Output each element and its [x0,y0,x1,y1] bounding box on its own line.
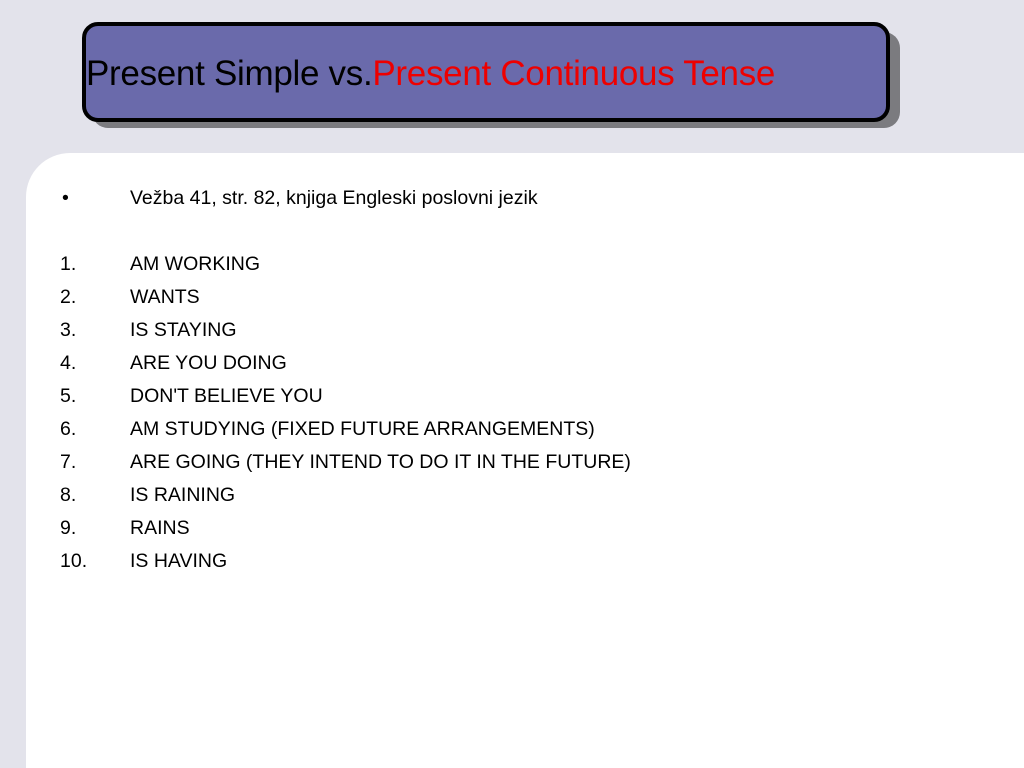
list-item-text: DON'T BELIEVE YOU [130,385,323,407]
list-item: 8. IS RAINING [60,479,631,512]
list-item-number: 1. [60,253,77,275]
list-item: 7. ARE GOING (THEY INTEND TO DO IT IN TH… [60,446,631,479]
list-item-text: IS STAYING [130,319,237,341]
list-item-number: 8. [60,484,77,506]
slide-title-plain: Present Simple vs. [86,54,373,93]
list-item-number: 10. [60,550,88,572]
list-item: 1. AM WORKING [60,248,631,281]
list-item-number: 5. [60,385,77,407]
list-item-number: 2. [60,286,77,308]
slide-title: Present Simple vs.Present Continuous Ten… [86,50,775,98]
list-item-text: AM STUDYING (FIXED FUTURE ARRANGEMENTS) [130,418,595,440]
list-item: 5. DON'T BELIEVE YOU [60,380,631,413]
list-item-text: IS HAVING [130,550,228,572]
list-item: 2. WANTS [60,281,631,314]
list-item-text: ARE YOU DOING [130,352,287,374]
list-item: 4. ARE YOU DOING [60,347,631,380]
list-item: 3. IS STAYING [60,314,631,347]
list-item-number: 7. [60,451,77,473]
bullet-icon: • [62,187,69,209]
list-item: 6. AM STUDYING (FIXED FUTURE ARRANGEMENT… [60,413,631,446]
list-item: 9. RAINS [60,512,631,545]
list-item-text: RAINS [130,517,190,539]
list-item-number: 6. [60,418,77,440]
list-item-number: 9. [60,517,77,539]
list-item-text: WANTS [130,286,200,308]
slide-title-accent: Present Continuous Tense [372,54,776,93]
list-item-number: 4. [60,352,77,374]
answer-list: 1. AM WORKING 2. WANTS 3. IS STAYING 4. … [60,248,631,578]
list-item-number: 3. [60,319,77,341]
list-item: 10. IS HAVING [60,545,631,578]
intro-text: Vežba 41, str. 82, knjiga Engleski poslo… [130,187,538,209]
intro-bullet: • Vežba 41, str. 82, knjiga Engleski pos… [60,182,631,215]
list-item-text: ARE GOING (THEY INTEND TO DO IT IN THE F… [130,451,631,473]
slide-body: • Vežba 41, str. 82, knjiga Engleski pos… [60,182,631,578]
list-item-text: IS RAINING [130,484,236,506]
list-item-text: AM WORKING [130,253,260,275]
